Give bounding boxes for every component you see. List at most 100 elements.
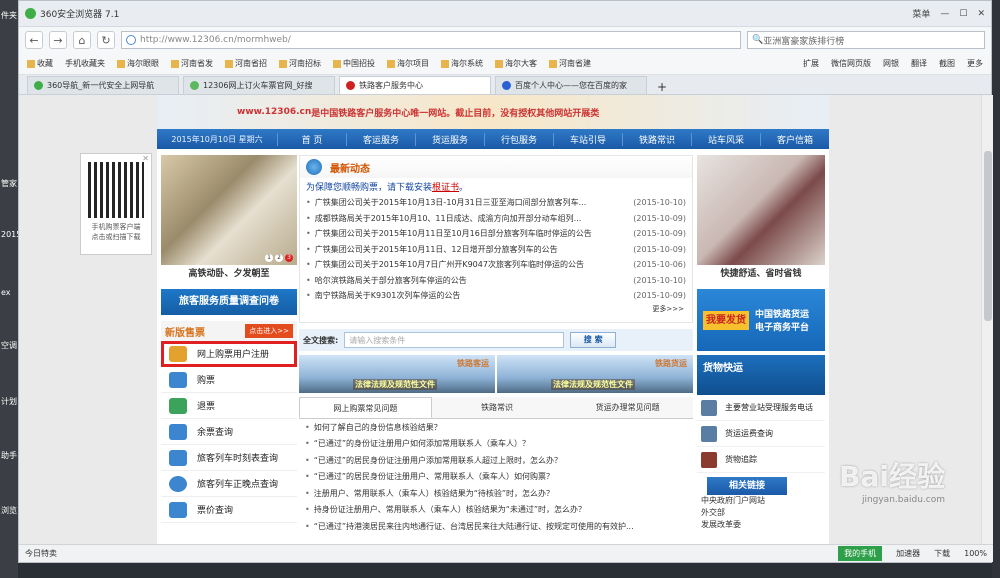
forward-icon[interactable]: → [49,31,67,49]
minimize-icon[interactable]: — [940,9,949,19]
new-tab-icon[interactable]: + [651,80,673,94]
fav-more[interactable]: 更多 [967,58,983,69]
zoom-level[interactable]: 100% [964,549,987,558]
slide-dot[interactable]: 1 [265,254,273,262]
refresh-icon[interactable]: ↻ [97,31,115,49]
search-input[interactable]: 🔍 亚洲富豪家族排行榜 [747,31,985,49]
fav-screenshot[interactable]: 截图 [939,58,955,69]
nav-home[interactable]: 首 页 [277,132,346,146]
accelerator-button[interactable]: 加速器 [896,548,920,559]
related-link[interactable]: 外交部 [697,507,825,519]
faq-item[interactable]: “已通过”持港澳居民来往内地通行证、台湾居民来往大陆通行证、按规定可使用的有效护… [299,518,693,535]
slide-dot[interactable]: 2 [275,254,283,262]
fav-bank[interactable]: 网银 [883,58,899,69]
fav-item[interactable]: 海尔眼眼 [117,58,159,69]
fav-item[interactable]: 河南省发 [171,58,213,69]
ticket-icon [169,371,187,388]
slide-dot[interactable]: 3 [285,254,293,262]
menu-button[interactable]: 菜单 [912,7,930,20]
baidu-watermark: Bai经验 jingyan.baidu.com [839,460,945,505]
tab-360[interactable]: 360导航_新一代安全上网导航 [27,76,179,94]
related-link[interactable]: 发展改革委 [697,519,825,531]
enter-button[interactable]: 点击进入>> [245,324,293,338]
station-phone-link[interactable]: 主要营业站受理服务电话 [697,395,825,421]
maximize-icon[interactable]: ☐ [959,9,967,19]
site-search-input[interactable]: 请输入搜索条件 [344,332,565,348]
home-icon[interactable]: ⌂ [73,31,91,49]
tab-railway-knowledge[interactable]: 铁路常识 [431,397,563,418]
scroll-thumb[interactable] [984,151,992,321]
nav-gallery[interactable]: 站车风采 [691,132,760,146]
faq-item[interactable]: 注册用户、常用联系人（乘车人）核验结果为“待核验”时，怎么办？ [299,485,693,502]
qr-text-2: 点击或扫描下载 [91,233,141,241]
nav-station[interactable]: 车站引导 [553,132,622,146]
nav-knowledge[interactable]: 铁路常识 [622,132,691,146]
site-search-button[interactable]: 搜 索 [570,332,617,348]
news-item[interactable]: 广铁集团公司关于2015年10月11日至10月16日部分旅客列车临时停运的公告(… [300,226,692,242]
back-icon[interactable]: ← [25,31,43,49]
download-button[interactable]: 下载 [934,548,950,559]
today-sale-link[interactable]: 今日特卖 [25,548,57,559]
faq-item[interactable]: “已通过”的居民身份证注册用户、常用联系人（乘车人）如何购票？ [299,469,693,486]
vertical-scrollbar[interactable] [981,95,993,545]
tab-12306[interactable]: 铁路客户服务中心 [339,76,491,94]
news-item[interactable]: 南宁铁路局关于K9301次列车停运的公告(2015-10-09) [300,288,692,304]
register-link[interactable]: 网上购票用户注册 [161,341,297,367]
qr-code-image [88,162,144,218]
fav-item[interactable]: 中国招投 [333,58,375,69]
news-item[interactable]: 成都铁路局关于2015年10月10、11日成达、成渝方向加开部分动车组列...(… [300,211,692,227]
fav-translate[interactable]: 翻译 [911,58,927,69]
buy-ticket-link[interactable]: 购票 [161,367,297,393]
nav-mailbox[interactable]: 客户信箱 [760,132,829,146]
faq-item[interactable]: 持身份证注册用户、常用联系人（乘车人）核验结果为“未通过”时，怎么办？ [299,502,693,519]
root-cert-link[interactable]: 根证书 [432,183,459,193]
nav-passenger[interactable]: 客运服务 [346,132,415,146]
fav-item[interactable]: 河南省招 [225,58,267,69]
news-more-link[interactable]: 更多>>> [300,304,692,314]
faq-item[interactable]: “已通过”的居民身份证注册用户添加常用联系人超过上限时，怎么办？ [299,452,693,469]
fav-wechat[interactable]: 微信网页版 [831,58,871,69]
url-field[interactable]: http://www.12306.cn/mormhweb/ [121,31,741,49]
fav-item[interactable]: 河南招标 [279,58,321,69]
news-item[interactable]: 广铁集团公司关于2015年10月7日广州开K9047次旅客列车临时停运的公告(2… [300,257,692,273]
refund-link[interactable]: 退票 [161,393,297,419]
fav-item[interactable]: 河南省建 [549,58,591,69]
fav-extend[interactable]: 扩展 [803,58,819,69]
freight-ecommerce-ad[interactable]: 我要发货 中国铁路货运 电子商务平台 [697,289,825,351]
attendant-photo[interactable] [697,155,825,265]
news-item[interactable]: 广铁集团公司关于2015年10月13日-10月31日三亚至海口间部分旅客列车..… [300,195,692,211]
faq-item[interactable]: “已通过”的身份证注册用户如何添加常用联系人（乘车人）？ [299,436,693,453]
news-item[interactable]: 广铁集团公司关于2015年10月11日、12日增开部分旅客列车的公告(2015-… [300,242,692,258]
fav-item[interactable]: 海尔系统 [441,58,483,69]
fav-item[interactable]: 海尔大客 [495,58,537,69]
survey-button[interactable]: 旅客服务质量调查问卷 [161,289,297,315]
close-icon[interactable]: ✕ [977,9,985,19]
tab-faq-online[interactable]: 网上购票常见问题 [299,397,432,418]
tab-freight-faq[interactable]: 货运办理常见问题 [562,397,694,418]
related-link[interactable]: 中央政府门户网站 [697,495,825,507]
faq-item[interactable]: 如何了解自己的身份信息核验结果？ [299,419,693,436]
fare-link[interactable]: 票价查询 [161,497,297,523]
fav-item[interactable]: 手机收藏夹 [65,58,105,69]
my-phone-button[interactable]: 我的手机 [838,546,883,561]
nav-freight[interactable]: 货运服务 [415,132,484,146]
remaining-tickets-link[interactable]: 余票查询 [161,419,297,445]
fav-item[interactable]: 海尔项目 [387,58,429,69]
tab-haosou[interactable]: 12306网上订火车票官网_好搜 [183,76,335,94]
express-freight-ad[interactable]: 货物快运 [697,355,825,395]
timetable-link[interactable]: 旅客列车时刻表查询 [161,445,297,471]
desktop-label: 件夹 [1,11,17,20]
cargo-tracking-link[interactable]: 货物追踪 [697,447,825,473]
passenger-law-banner[interactable]: 铁路客运 法律法规及规范性文件 [299,355,495,393]
fav-item[interactable]: 收藏 [27,58,53,69]
news-panel: 最新动态 为保障您顺畅购票，请下载安装根证书。 广铁集团公司关于2015年10月… [299,155,693,323]
train-interior-photo[interactable]: 123 [161,155,297,265]
news-item[interactable]: 哈尔滨铁路局关于部分旅客列车停运的公告(2015-10-10) [300,273,692,289]
left-column: 123 高铁动卧、夕发朝至 旅客服务质量调查问卷 新版售票 点击进入>> 网上购… [161,155,297,523]
delay-link[interactable]: 旅客列车正晚点查询 [161,471,297,497]
qr-popup[interactable]: ✕ 手机购票客户端 点击或扫描下载 [80,153,152,255]
freight-law-banner[interactable]: 铁路货运 法律法规及规范性文件 [497,355,693,393]
nav-luggage[interactable]: 行包服务 [484,132,553,146]
freight-fee-link[interactable]: 货运运费查询 [697,421,825,447]
tab-baidu[interactable]: 百度个人中心——您在百度的家 [495,76,647,94]
